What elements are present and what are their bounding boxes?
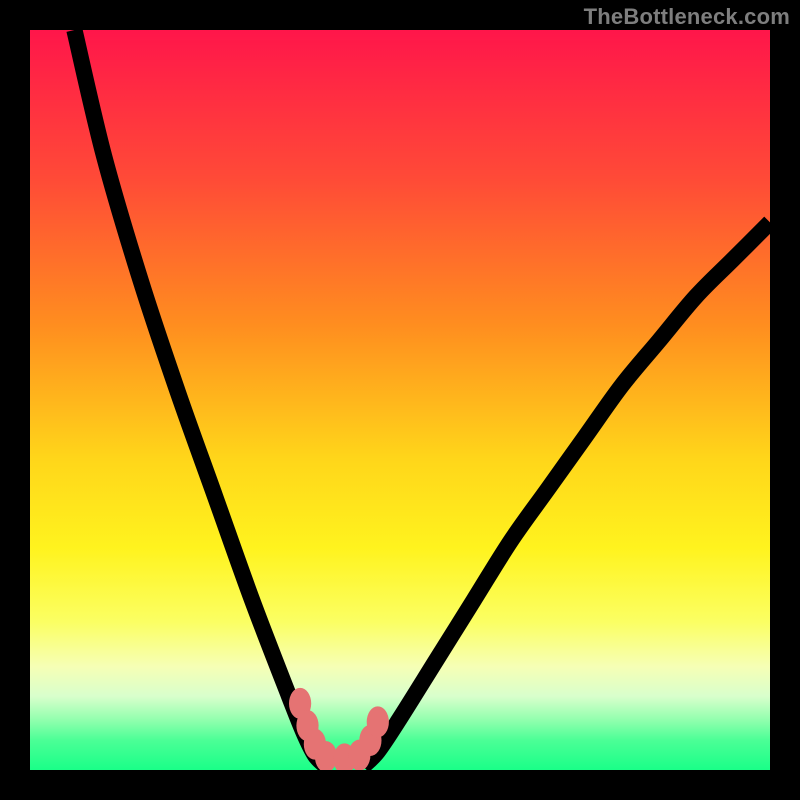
chart-frame: TheBottleneck.com [0,0,800,800]
basin-marker [367,706,389,737]
watermark-text: TheBottleneck.com [584,4,790,30]
left-curve [74,30,326,766]
curve-layer [30,30,770,770]
plot-area [30,30,770,770]
right-curve [363,222,770,766]
